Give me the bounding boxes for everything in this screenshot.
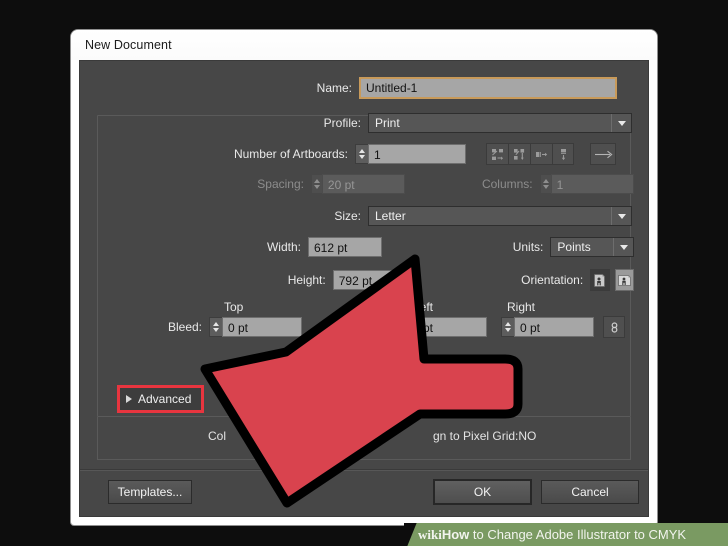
artboard-arrange-grid-cols-icon[interactable] [508, 143, 530, 165]
watermark-text: wikiHow to Change Adobe Illustrator to C… [418, 527, 686, 543]
bleed-top-stepper[interactable] [209, 317, 222, 337]
height-label: Height: [287, 273, 326, 287]
color-mode-summary: Col [208, 429, 227, 443]
name-row: Name: Untitled-1 [80, 77, 648, 99]
artboard-arrange-grid-rows-icon[interactable] [486, 143, 508, 165]
pixel-grid-summary: gn to Pixel Grid:NO [433, 429, 537, 443]
ok-button[interactable]: OK [433, 479, 532, 505]
size-label: Size: [334, 209, 361, 223]
size-select[interactable]: Letter [368, 206, 632, 226]
bleed-right-label: Right [507, 300, 536, 314]
name-input[interactable]: Untitled-1 [359, 77, 617, 99]
height-input[interactable]: 792 pt [332, 270, 415, 290]
templates-button[interactable]: Templates... [108, 480, 192, 504]
link-chain-icon[interactable] [603, 316, 625, 338]
units-label: Units: [512, 240, 544, 254]
chevron-down-icon[interactable] [613, 238, 633, 256]
bleed-top-label: Top [224, 300, 244, 314]
artboard-arrange-column-icon[interactable] [552, 143, 574, 165]
cancel-button[interactable]: Cancel [541, 480, 639, 504]
spacing-label: Spacing: [257, 177, 304, 191]
orientation-portrait-icon[interactable] [590, 269, 610, 291]
advanced-label: Advanced [138, 392, 192, 406]
width-label: Width: [266, 240, 301, 254]
bleed-left-label: Left [413, 300, 434, 314]
dialog-titlebar: New Document [71, 30, 657, 60]
orientation-landscape-icon[interactable] [614, 269, 634, 291]
artboard-direction-arrow-icon[interactable] [590, 143, 616, 165]
width-input[interactable]: 612 pt [308, 237, 383, 257]
units-select[interactable]: Points [550, 237, 634, 257]
bleed-left-stepper[interactable] [394, 317, 407, 337]
orientation-label: Orientation: [521, 273, 584, 287]
wikihow-watermark: wikiHow to Change Adobe Illustrator to C… [404, 523, 728, 546]
columns-input: 1 [550, 174, 634, 194]
triangle-right-icon [126, 395, 132, 403]
columns-stepper [539, 174, 551, 194]
size-value: Letter [375, 209, 406, 223]
advanced-disclosure-button[interactable]: Advanced [120, 388, 201, 410]
footer-divider [80, 469, 648, 471]
bleed-right-stepper[interactable] [501, 317, 514, 337]
dialog-title: New Document [85, 38, 172, 52]
profile-select[interactable]: Print [368, 113, 632, 133]
profile-label: Profile: [323, 116, 361, 130]
artboards-input[interactable]: 1 [368, 144, 466, 164]
bleed-top-input[interactable]: 0 pt [222, 317, 302, 337]
wikihow-rest: to Change Adobe Illustrator to CMYK [469, 526, 687, 542]
columns-label: Columns: [481, 177, 533, 191]
wikihow-wiki: wiki [418, 526, 442, 542]
chevron-down-icon[interactable] [611, 207, 631, 225]
bleed-right-input[interactable]: 0 pt [514, 317, 594, 337]
bleed-left-input[interactable]: 0 pt [407, 317, 487, 337]
advanced-highlight-box: Advanced [117, 385, 204, 413]
artboards-label: Number of Artboards: [233, 147, 348, 161]
spacing-input: 20 pt [321, 174, 406, 194]
chevron-down-icon[interactable] [611, 114, 631, 132]
spacing-stepper [310, 174, 322, 194]
advanced-summary-strip: Col gn to Pixel Grid:NO [97, 417, 631, 460]
artboards-stepper[interactable] [355, 144, 368, 164]
wikihow-how: How [441, 526, 470, 542]
bleed-label: Bleed: [167, 320, 202, 334]
units-value: Points [557, 240, 591, 254]
profile-value: Print [375, 116, 400, 130]
new-document-dialog: New Document Name: Untitled-1 Profile: P… [71, 30, 657, 525]
artboard-arrange-row-icon[interactable] [530, 143, 552, 165]
settings-panel: Profile: Print Number of Artboards: 1 Sp… [97, 113, 634, 417]
name-label: Name: [316, 81, 352, 95]
watermark-notch [404, 523, 417, 546]
dialog-body: Name: Untitled-1 Profile: Print Number o… [79, 60, 649, 517]
